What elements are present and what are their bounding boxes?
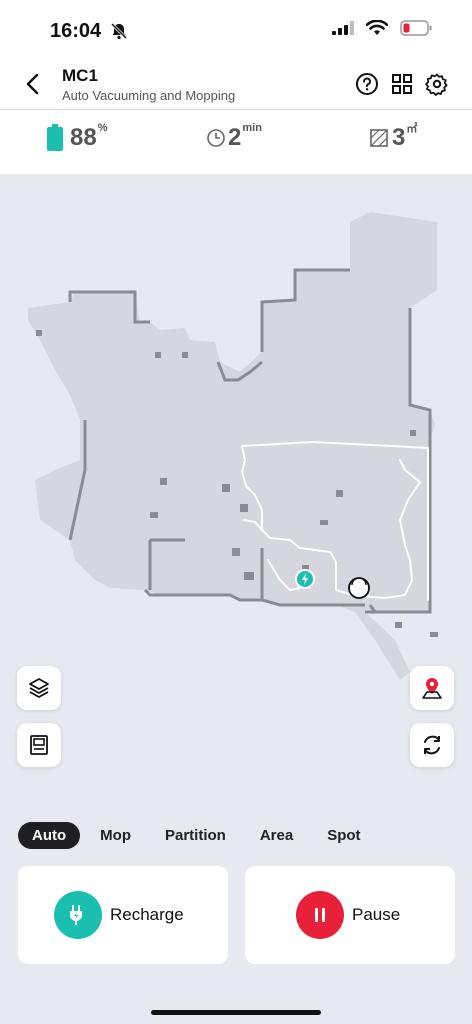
layers-icon bbox=[29, 678, 49, 698]
pause-icon bbox=[296, 891, 344, 939]
area-stat: 3 ㎡ bbox=[370, 123, 417, 152]
cabinet-icon bbox=[30, 735, 48, 755]
cabinet-button[interactable] bbox=[17, 723, 61, 767]
battery-stat: 88 % bbox=[46, 122, 108, 152]
clock-icon bbox=[207, 129, 225, 147]
pause-label: Pause bbox=[352, 905, 401, 924]
device-title: MC1 bbox=[62, 66, 98, 85]
battery-status-icon bbox=[400, 20, 432, 41]
recharge-button[interactable]: Recharge bbox=[18, 866, 228, 964]
battery-unit: % bbox=[97, 122, 108, 134]
grid-button[interactable] bbox=[388, 70, 416, 98]
status-bar: 16:04 bbox=[0, 0, 472, 58]
tab-partition[interactable]: Partition bbox=[151, 822, 240, 849]
layers-button[interactable] bbox=[17, 666, 61, 710]
area-icon bbox=[370, 129, 388, 147]
time-unit: min bbox=[242, 122, 262, 134]
rotate-icon bbox=[424, 735, 440, 755]
tab-auto[interactable]: Auto bbox=[18, 821, 81, 849]
wifi-icon bbox=[365, 19, 389, 41]
rotate-button[interactable] bbox=[410, 723, 454, 767]
time-value: 2 bbox=[228, 124, 242, 151]
floor-map bbox=[28, 212, 438, 680]
back-button[interactable] bbox=[18, 68, 46, 100]
area-unit: ㎡ bbox=[406, 123, 418, 135]
battery-icon bbox=[47, 124, 63, 151]
recharge-icon bbox=[54, 891, 102, 939]
tab-spot[interactable]: Spot bbox=[313, 822, 374, 849]
gear-icon bbox=[425, 73, 448, 96]
signal-icon bbox=[332, 21, 354, 40]
map-pin-icon bbox=[422, 678, 442, 699]
chevron-left-icon bbox=[26, 73, 39, 95]
grid-icon bbox=[392, 74, 412, 94]
settings-button[interactable] bbox=[423, 70, 451, 98]
tab-area[interactable]: Area bbox=[246, 822, 307, 849]
recharge-label: Recharge bbox=[110, 905, 184, 924]
help-button[interactable] bbox=[353, 70, 381, 98]
header: MC1 Auto Vacuuming and Mopping bbox=[0, 58, 472, 110]
robot-marker bbox=[348, 577, 370, 599]
status-time: 16:04 bbox=[50, 20, 102, 42]
cleaning-map[interactable] bbox=[0, 174, 472, 800]
battery-value: 88 bbox=[70, 124, 97, 151]
home-indicator[interactable] bbox=[151, 1010, 321, 1015]
location-button[interactable] bbox=[410, 666, 454, 710]
stats-bar: 88 % 2 min 3 ㎡ bbox=[0, 110, 472, 174]
area-value: 3 bbox=[392, 124, 406, 151]
device-subtitle: Auto Vacuuming and Mopping bbox=[62, 88, 236, 103]
mode-tabs: Auto Mop Partition Area Spot bbox=[18, 820, 381, 850]
mute-bell-icon bbox=[110, 22, 128, 45]
tab-mop[interactable]: Mop bbox=[86, 822, 145, 849]
question-icon bbox=[356, 73, 378, 95]
time-stat: 2 min bbox=[206, 122, 262, 152]
pause-button[interactable]: Pause bbox=[245, 866, 455, 964]
